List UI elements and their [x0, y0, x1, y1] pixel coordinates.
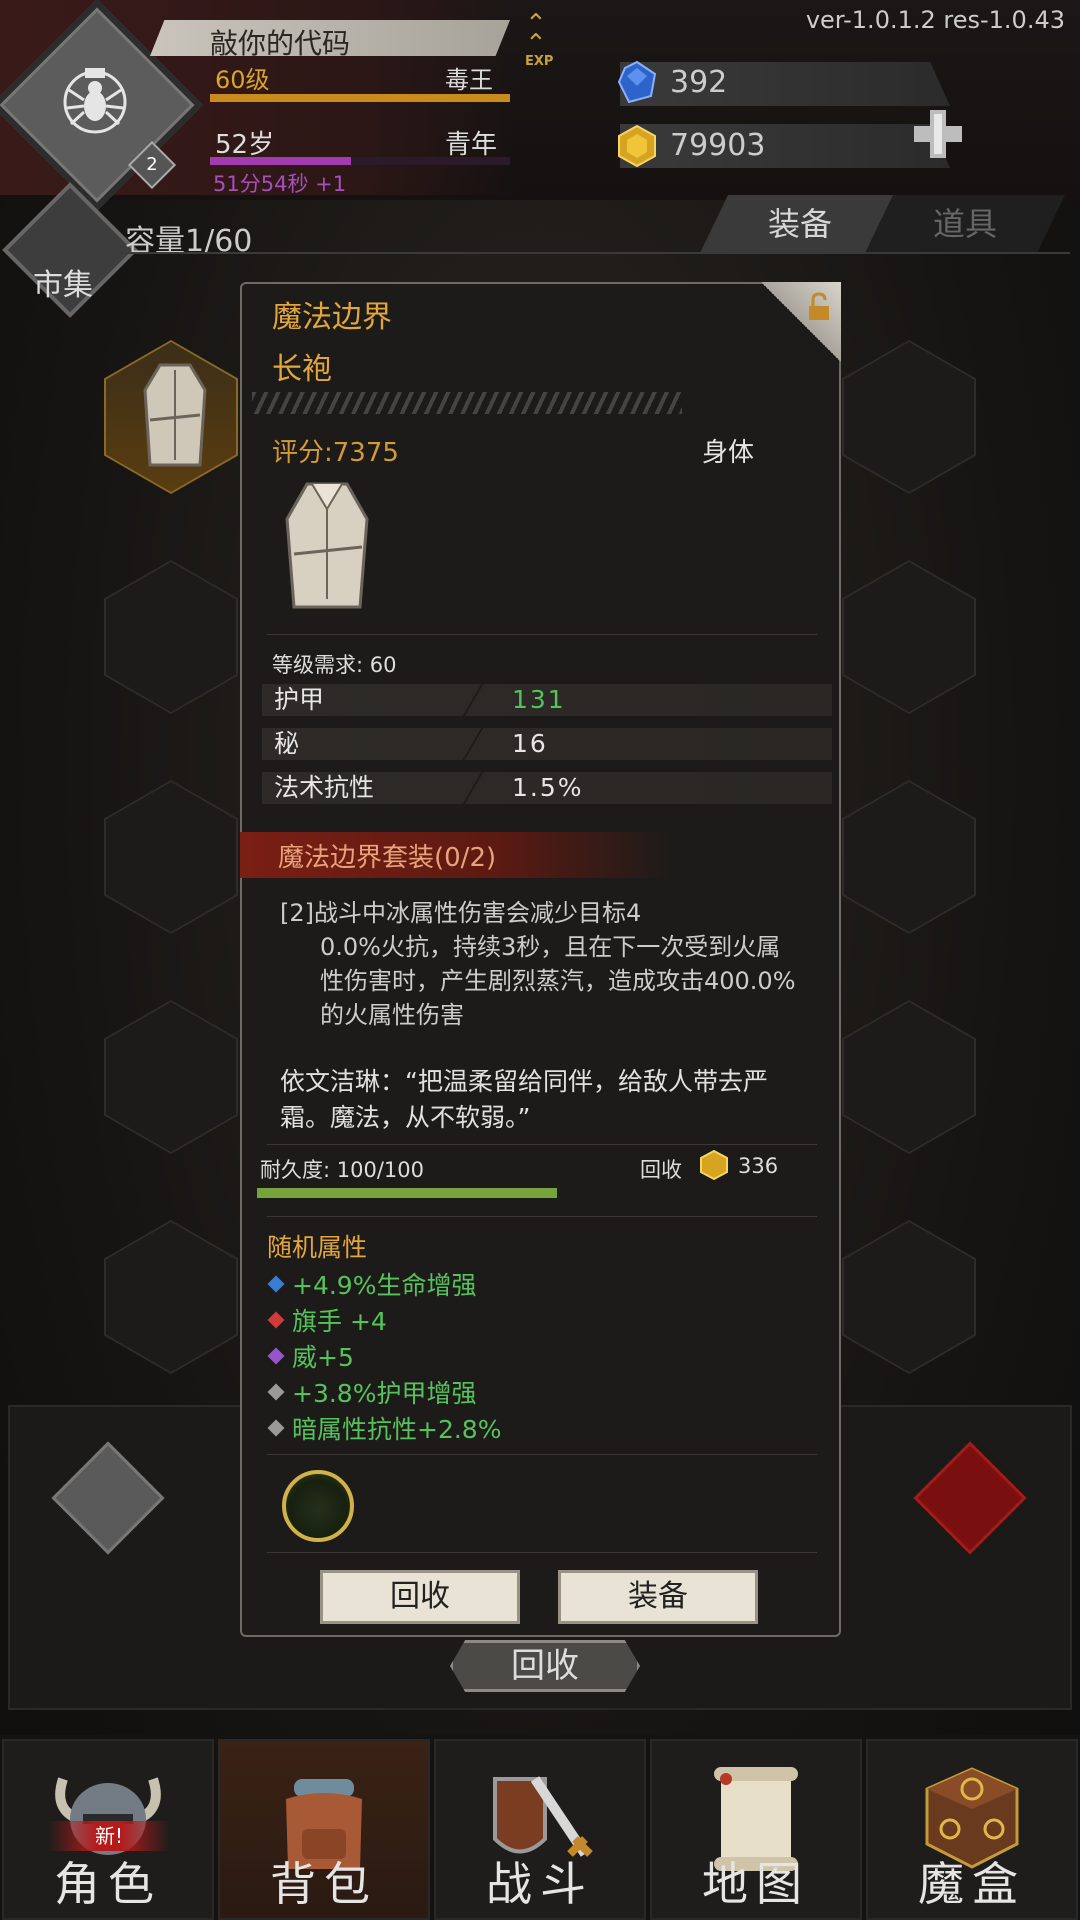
item-type: 长袍 — [272, 352, 332, 387]
gem-icon — [267, 1311, 285, 1329]
unlock-icon[interactable] — [805, 292, 833, 322]
gem-icon — [267, 1383, 285, 1401]
item-name: 魔法边界 — [272, 300, 392, 335]
inventory-slot[interactable] — [844, 562, 974, 712]
inventory-slot[interactable] — [844, 342, 974, 492]
divider — [267, 1144, 817, 1145]
inventory-slot[interactable] — [106, 782, 236, 932]
stat-row: 秘 16 — [262, 728, 832, 760]
set-bonus-description: [2]战斗中冰属性伤害会减少目标4 0.0%火抗，持续3秒，且在下一次受到火属性… — [280, 899, 796, 1029]
player-age: 52岁 — [215, 130, 275, 160]
tab-items[interactable]: 道具 — [865, 195, 1065, 253]
nav-character[interactable]: 新! 角色 — [2, 1739, 214, 1920]
market-label: 市集 — [33, 268, 93, 303]
nav-label: 地图 — [702, 1857, 810, 1911]
item-score: 评分:7375 — [272, 438, 399, 468]
player-name: 敲你的代码 — [210, 27, 351, 60]
stat-row: 护甲 131 — [262, 684, 832, 716]
gold-count: 79903 — [670, 128, 766, 163]
divider — [267, 1454, 817, 1455]
gold-icon — [700, 1150, 728, 1180]
inventory-slot[interactable] — [106, 1222, 236, 1372]
robe-thumbnail-icon — [143, 363, 207, 467]
age-progress-bar — [210, 157, 510, 165]
affix-line: +4.9%生命增强 — [267, 1266, 476, 1302]
stat-row: 法术抗性 1.5% — [262, 772, 832, 804]
recycle-value: 336 — [738, 1154, 779, 1178]
inventory-screen: 2 敲你的代码 ⌃ ⌃ EXP 60级 毒王 52岁 青年 51分54秒 +1 v… — [0, 0, 1080, 1920]
age-stage: 青年 — [445, 130, 498, 160]
nav-label: 魔盒 — [918, 1857, 1026, 1911]
sapphire-count: 392 — [670, 65, 728, 100]
recycle-all-button[interactable]: 回收 — [450, 1640, 640, 1692]
player-level: 60级 — [215, 66, 270, 94]
nav-backpack[interactable]: 背包 — [218, 1739, 430, 1920]
nav-battle[interactable]: 战斗 — [434, 1739, 646, 1920]
inventory-slot[interactable] — [844, 782, 974, 932]
recycle-value-label: 回收 — [640, 1158, 682, 1182]
nav-magic-box[interactable]: 魔盒 — [866, 1739, 1078, 1920]
sapphire-icon — [617, 60, 657, 104]
player-class: 毒王 — [445, 66, 493, 94]
affix-line: 暗属性抗性+2.8% — [267, 1410, 501, 1446]
durability-label: 耐久度: 100/100 — [260, 1158, 424, 1182]
item-lore-quote: 依文洁琳：“把温柔留给同伴，给敌人带去严霜。魔法，从不软弱。” — [280, 1067, 768, 1132]
divider — [120, 252, 1070, 254]
add-currency-icon[interactable] — [912, 108, 964, 160]
inventory-slot[interactable] — [844, 1002, 974, 1152]
random-affix-title: 随机属性 — [267, 1233, 368, 1262]
divider — [267, 1552, 817, 1553]
level-progress-bar — [210, 94, 510, 102]
age-timer: 51分54秒 +1 — [213, 172, 347, 196]
gem-socket[interactable] — [282, 1470, 354, 1542]
nav-map[interactable]: 地图 — [650, 1739, 862, 1920]
bottom-nav: 新! 角色 背包 战斗 地图 魔盒 — [0, 1735, 1080, 1920]
durability-bar — [257, 1188, 557, 1198]
inventory-slot[interactable] — [106, 1002, 236, 1152]
equip-button[interactable]: 装备 — [558, 1570, 758, 1624]
spider-emblem-icon — [63, 68, 127, 134]
item-slot: 身体 — [702, 438, 755, 468]
gold-icon — [618, 124, 656, 168]
gem-icon — [267, 1347, 285, 1365]
divider — [267, 634, 817, 635]
new-badge: 新! — [49, 1821, 169, 1851]
gem-icon — [267, 1419, 285, 1437]
item-detail-dialog: 魔法边界 长袍 评分:7375 身体 等级需求: 60 护甲 131 秘 16 … — [240, 282, 841, 1637]
set-title: 魔法边界套装(0/2) — [278, 843, 497, 873]
inventory-slot[interactable] — [844, 1222, 974, 1372]
level-requirement: 等级需求: 60 — [272, 653, 397, 677]
version-label: ver-1.0.1.2 res-1.0.43 — [805, 6, 1065, 34]
nav-label: 角色 — [54, 1857, 162, 1911]
robe-icon — [285, 482, 369, 609]
recycle-button[interactable]: 回收 — [320, 1570, 520, 1624]
player-header: 2 敲你的代码 ⌃ ⌃ EXP 60级 毒王 52岁 青年 51分54秒 +1 v… — [0, 0, 1080, 212]
exp-icon[interactable]: ⌃ ⌃ EXP — [525, 11, 565, 69]
inventory-slot[interactable] — [106, 562, 236, 712]
affix-line: 威+5 — [267, 1338, 354, 1374]
nav-label: 背包 — [270, 1857, 378, 1911]
affix-line: 旗手 +4 — [267, 1302, 387, 1338]
affix-line: +3.8%护甲增强 — [267, 1374, 476, 1410]
divider — [267, 1216, 817, 1217]
nav-label: 战斗 — [486, 1857, 594, 1911]
gem-icon — [267, 1275, 285, 1293]
hatch-divider — [252, 392, 682, 414]
